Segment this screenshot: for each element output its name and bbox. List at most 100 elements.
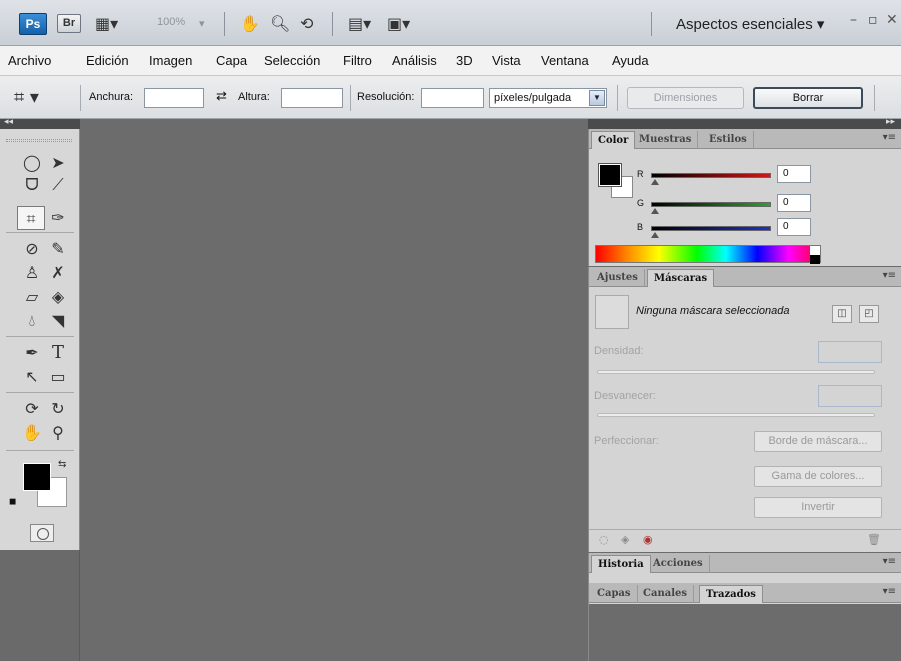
history-brush-tool-icon[interactable]: ✗	[44, 261, 72, 285]
crop-tool-preset-icon[interactable]: ⌗ ▾	[14, 87, 39, 108]
zoom-tool-icon[interactable]: ⚲	[44, 421, 72, 445]
menu-analisis[interactable]: Análisis	[392, 53, 437, 68]
paths-list-area[interactable]	[589, 604, 901, 661]
tab-color[interactable]: Color	[591, 131, 636, 149]
menu-ayuda[interactable]: Ayuda	[612, 53, 649, 68]
document-canvas-area[interactable]	[81, 119, 588, 661]
red-gradient-bar[interactable]	[651, 173, 771, 178]
arrange-documents-icon[interactable]: ▤▾	[348, 13, 371, 35]
3d-orbit-tool-icon[interactable]: ↻	[44, 397, 72, 421]
panel-menu-icon[interactable]: ▾≡	[883, 132, 896, 143]
swap-dimensions-icon[interactable]: ⇄	[216, 88, 227, 104]
crop-tool-icon[interactable]: ⌗	[17, 206, 45, 230]
hand-tool-icon[interactable]: ✋	[18, 421, 46, 445]
blur-tool-icon[interactable]: 💧︎	[18, 309, 46, 333]
menu-vista[interactable]: Vista	[492, 53, 521, 68]
disable-mask-icon[interactable]: ◉	[643, 533, 653, 546]
tab-historia[interactable]: Historia	[591, 555, 651, 573]
front-image-button[interactable]: Dimensiones	[627, 87, 744, 109]
dodge-tool-icon[interactable]: ◥	[44, 309, 72, 333]
chevron-down-icon[interactable]: ▼	[589, 90, 605, 106]
menu-imagen[interactable]: Imagen	[149, 53, 192, 68]
height-field[interactable]	[281, 88, 343, 108]
panel-grip[interactable]	[6, 139, 72, 142]
foreground-color-swatch[interactable]	[23, 463, 51, 491]
pen-tool-icon[interactable]: ✒	[18, 341, 46, 365]
menu-ventana[interactable]: Ventana	[541, 53, 589, 68]
menu-archivo[interactable]: Archivo	[8, 53, 51, 68]
zoom-level[interactable]: 100%	[157, 16, 185, 28]
type-tool-icon[interactable]: T	[44, 341, 72, 365]
menu-filtro[interactable]: Filtro	[343, 53, 372, 68]
bridge-button[interactable]: Br	[57, 14, 81, 33]
eraser-tool-icon[interactable]: ▱	[18, 285, 46, 309]
clear-button[interactable]: Borrar	[753, 87, 863, 109]
blue-value-field[interactable]: 0	[777, 218, 811, 236]
red-value-field[interactable]: 0	[777, 165, 811, 183]
zoom-dropdown-icon[interactable]: ▾	[199, 13, 205, 35]
tab-muestras[interactable]: Muestras	[633, 131, 699, 149]
apply-mask-icon[interactable]: ◈	[621, 533, 629, 546]
marquee-tool-icon[interactable]: ◯	[18, 151, 46, 175]
green-slider-knob[interactable]	[651, 208, 659, 214]
rotate-view-icon[interactable]: ⟲	[300, 13, 313, 35]
clone-stamp-tool-icon[interactable]: ♙	[18, 261, 46, 285]
lasso-tool-icon[interactable]: ᗜ	[18, 173, 46, 197]
history-panel: Historia Acciones ▾≡	[588, 553, 901, 583]
mini-bridge-icon[interactable]: ▦▾	[95, 13, 118, 35]
dock-header[interactable]: ▸▸	[588, 117, 901, 129]
healing-brush-tool-icon[interactable]: ⊘	[18, 237, 46, 261]
default-colors-icon[interactable]: ◼	[9, 497, 16, 507]
panel-menu-icon[interactable]: ▾≡	[883, 556, 896, 567]
black-white-swatch[interactable]	[810, 246, 820, 264]
foreground-color-swatch[interactable]	[598, 163, 622, 187]
resolution-field[interactable]	[421, 88, 484, 108]
quick-mask-button[interactable]	[30, 524, 54, 542]
tab-acciones[interactable]: Acciones	[647, 555, 710, 573]
load-selection-icon[interactable]: ◌	[599, 533, 609, 546]
panel-menu-icon[interactable]: ▾≡	[883, 586, 896, 597]
panel-menu-icon[interactable]: ▾≡	[883, 270, 896, 281]
quick-selection-tool-icon[interactable]: ⟋	[44, 173, 72, 197]
color-spectrum-bar[interactable]	[595, 245, 821, 264]
hand-tool-icon[interactable]: ✋	[240, 13, 260, 35]
delete-mask-icon[interactable]: 🗑︎	[867, 533, 881, 546]
green-gradient-bar[interactable]	[651, 202, 771, 207]
tab-estilos[interactable]: Estilos	[703, 131, 754, 149]
menu-3d[interactable]: 3D	[456, 53, 473, 68]
tab-capas[interactable]: Capas	[591, 585, 638, 603]
collapse-icon[interactable]: ◂◂	[4, 117, 13, 127]
path-selection-tool-icon[interactable]: ↖	[18, 365, 46, 389]
minimize-icon[interactable]: –	[850, 12, 857, 28]
blue-slider-knob[interactable]	[651, 232, 659, 238]
tab-ajustes[interactable]: Ajustes	[591, 269, 645, 287]
move-tool-icon[interactable]: ➤	[44, 151, 72, 175]
3d-rotate-tool-icon[interactable]: ⟳	[18, 397, 46, 421]
tools-panel-header[interactable]: ◂◂	[0, 117, 80, 129]
red-slider-knob[interactable]	[651, 179, 659, 185]
tab-trazados[interactable]: Trazados	[699, 585, 763, 603]
close-icon[interactable]: ✕	[886, 12, 898, 28]
resolution-unit-select[interactable]: píxeles/pulgada ▼	[489, 88, 607, 108]
zoom-tool-icon[interactable]: 🔍︎	[270, 13, 290, 35]
pixel-mask-icon[interactable]: ◫	[832, 305, 852, 323]
menu-capa[interactable]: Capa	[216, 53, 247, 68]
eyedropper-tool-icon[interactable]: ✑	[44, 206, 72, 230]
brush-tool-icon[interactable]: ✎	[44, 237, 72, 261]
rectangle-tool-icon[interactable]: ▭	[44, 365, 72, 389]
photoshop-logo[interactable]: Ps	[19, 13, 47, 35]
green-value-field[interactable]: 0	[777, 194, 811, 212]
maximize-icon[interactable]: ▫	[868, 12, 878, 28]
expand-icon[interactable]: ▸▸	[886, 117, 895, 127]
screen-mode-icon[interactable]: ▣▾	[387, 13, 410, 35]
workspace-switcher[interactable]: Aspectos esenciales ▾	[676, 15, 824, 33]
blue-gradient-bar[interactable]	[651, 226, 771, 231]
tab-mascaras[interactable]: Máscaras	[647, 269, 715, 287]
menu-seleccion[interactable]: Selección	[264, 53, 320, 68]
menu-edicion[interactable]: Edición	[86, 53, 129, 68]
width-field[interactable]	[144, 88, 204, 108]
tab-canales[interactable]: Canales	[637, 585, 694, 603]
paint-bucket-tool-icon[interactable]: ◈	[44, 285, 72, 309]
vector-mask-icon[interactable]: ◰	[859, 305, 879, 323]
swap-colors-icon[interactable]: ⇆	[58, 459, 66, 470]
